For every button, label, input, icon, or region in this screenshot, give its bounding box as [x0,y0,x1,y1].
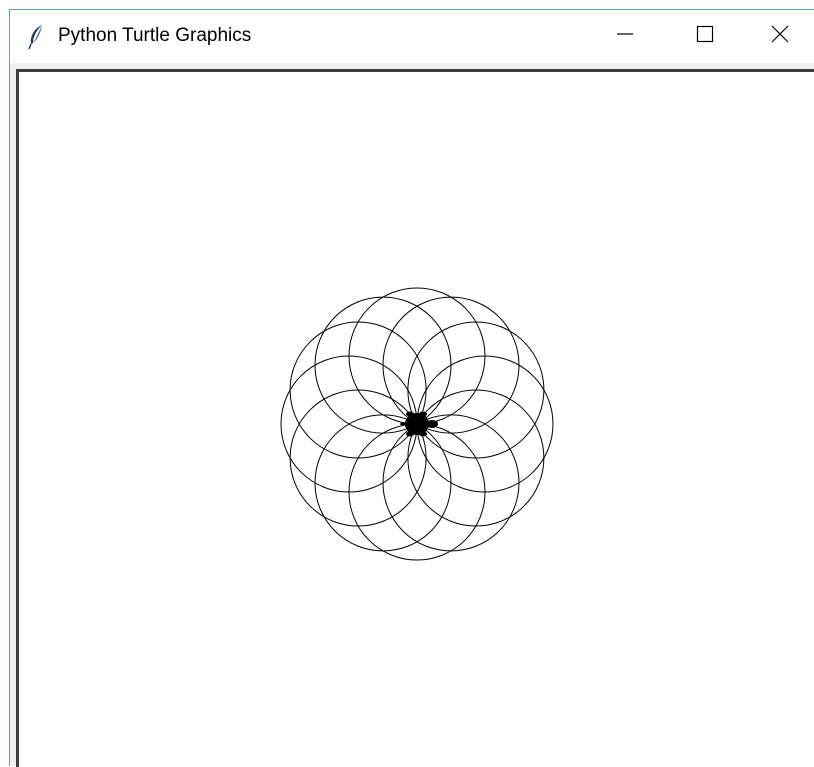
maximize-button[interactable] [666,10,744,63]
close-button[interactable] [746,10,814,63]
title-bar[interactable]: Python Turtle Graphics [10,10,814,63]
minimize-icon [616,25,634,48]
drawing-surface [280,287,554,561]
window-title: Python Turtle Graphics [58,25,252,46]
minimize-button[interactable] [586,10,664,63]
close-icon [771,25,789,48]
turtle-window: Python Turtle Graphics [9,9,814,767]
feather-icon [26,24,46,50]
maximize-icon [696,25,714,48]
turtle-canvas[interactable] [16,69,814,767]
